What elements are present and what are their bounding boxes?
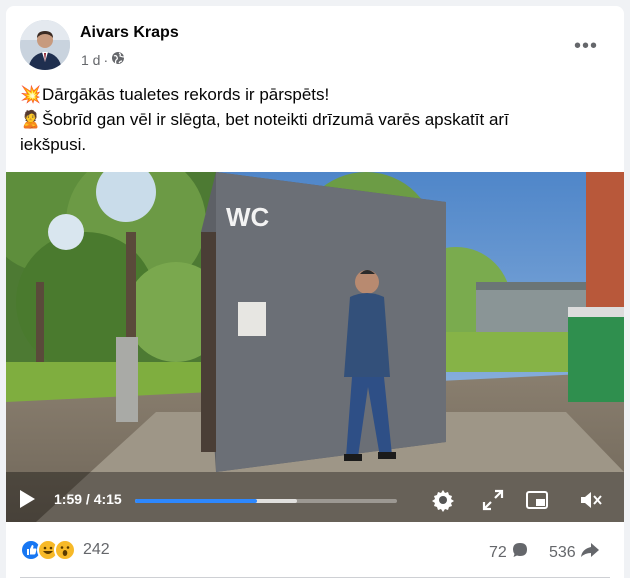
post-text-line-2: 🙎Šobrīd gan vēl ir slēgta, bet noteikti … — [20, 107, 580, 132]
share-count-group[interactable]: 536 — [549, 541, 600, 564]
post-text: 💥Dārgākās tualetes rekords ir pārspēts! … — [20, 82, 580, 157]
wc-sign: WC — [226, 202, 270, 232]
fullscreen-icon[interactable] — [480, 487, 506, 513]
reactions-summary[interactable]: 242 — [20, 539, 110, 561]
comment-count: 72 — [489, 543, 507, 561]
author-name[interactable]: Aivars Kraps — [80, 24, 179, 42]
picture-in-picture-icon[interactable] — [524, 487, 550, 513]
mute-icon[interactable] — [578, 487, 604, 513]
post-text-line-1-content: Dārgākās tualetes rekords ir pārspēts! — [42, 85, 330, 104]
post-card: Aivars Kraps 1 d · ••• 💥Dārgākās tualete… — [6, 6, 624, 578]
collision-emoji-icon: 💥 — [20, 85, 42, 104]
play-icon[interactable] — [20, 490, 35, 508]
avatar[interactable] — [20, 20, 70, 70]
video-frame — [6, 172, 624, 522]
share-count: 536 — [549, 543, 576, 561]
post-text-line-1: 💥Dārgākās tualetes rekords ir pārspēts! — [20, 82, 580, 107]
video-player[interactable]: WC 1:59 / 4:15 — [6, 172, 624, 522]
post-text-line-3: iekšpusi. — [20, 135, 87, 154]
person-emoji-icon: 🙎 — [20, 110, 42, 129]
comment-icon — [511, 541, 529, 564]
video-controls: 1:59 / 4:15 — [6, 478, 624, 522]
wow-reaction-icon — [54, 539, 76, 561]
post-header: Aivars Kraps 1 d · ••• — [20, 20, 610, 72]
post-text-line-2-content: Šobrīd gan vēl ir slēgta, bet noteikti d… — [42, 110, 509, 129]
post-meta: 1 d · — [81, 51, 125, 68]
post-footer: 242 72 536 — [6, 522, 624, 578]
post-time[interactable]: 1 d — [81, 52, 100, 68]
reaction-count: 242 — [83, 541, 110, 558]
progress-bar[interactable] — [135, 499, 397, 503]
gear-icon[interactable] — [430, 487, 456, 513]
more-icon[interactable]: ••• — [572, 32, 600, 60]
globe-icon — [111, 51, 125, 68]
share-icon — [580, 541, 600, 564]
time-display: 1:59 / 4:15 — [54, 491, 122, 507]
comment-count-group[interactable]: 72 — [489, 541, 529, 564]
progress-fill — [135, 499, 258, 503]
meta-separator: · — [103, 51, 109, 68]
